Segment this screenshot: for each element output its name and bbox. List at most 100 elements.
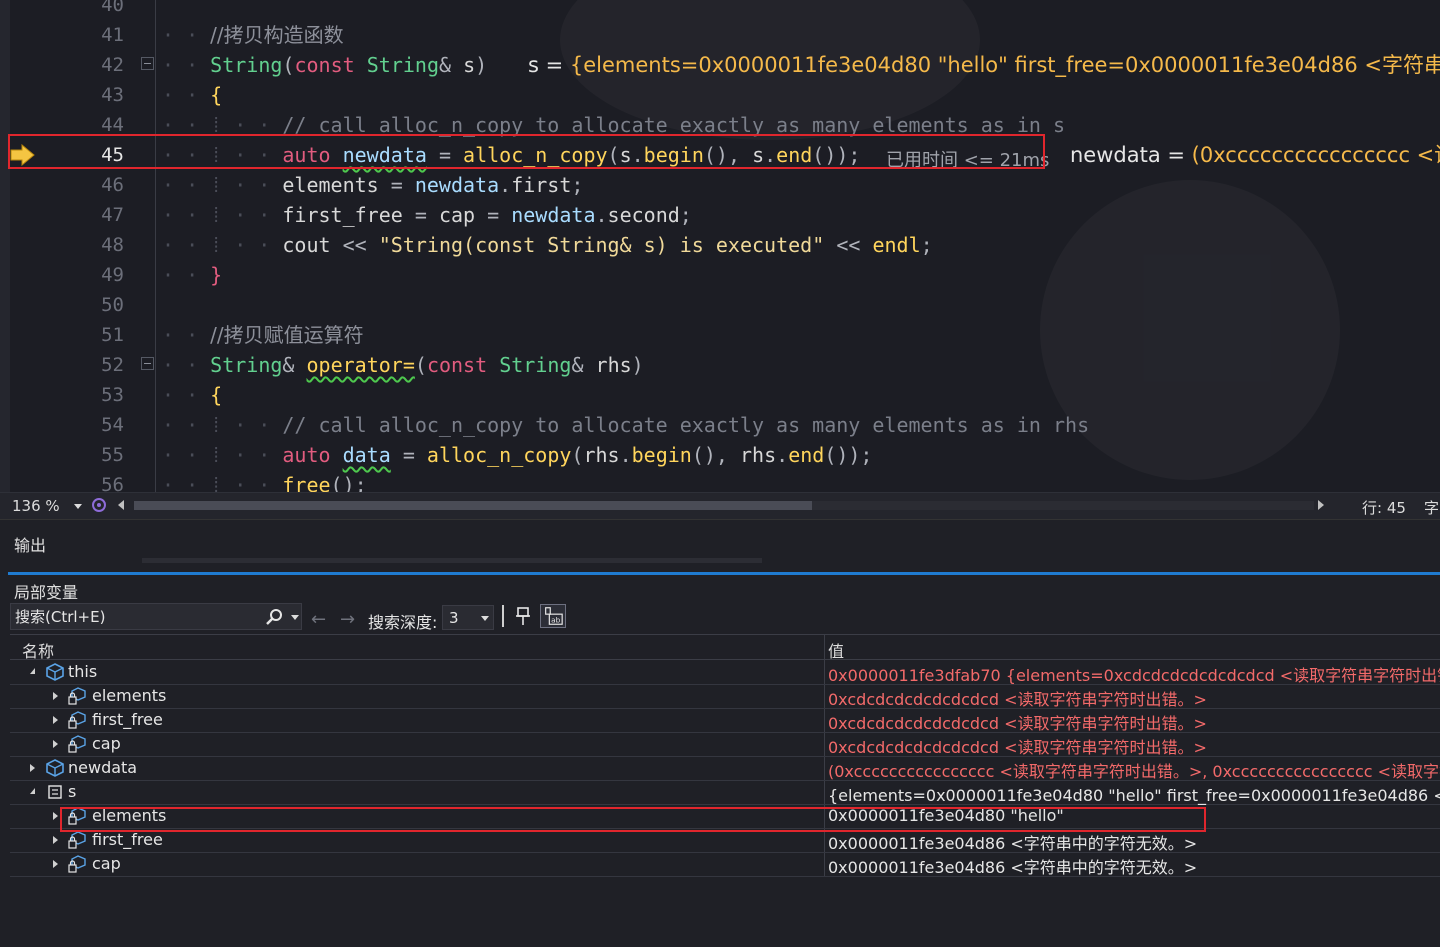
line-number: 47 <box>101 204 124 226</box>
code-token: = <box>402 443 415 467</box>
locals-window[interactable]: 局部变量 ← → 搜索深度: 3 ab 名称 值 this <box>0 572 1440 947</box>
variable-name: elements <box>92 686 167 705</box>
code-token: ()); <box>824 443 873 467</box>
variable-value[interactable]: {elements=0x0000011fe3e04d80 "hello" fir… <box>828 782 1440 806</box>
code-line[interactable]: 40 <box>0 0 1440 20</box>
collapse-icon[interactable] <box>30 788 35 794</box>
forward-arrow-icon[interactable]: → <box>340 609 355 630</box>
code-token: ; <box>679 203 692 227</box>
output-title: 输出 <box>14 536 47 555</box>
code-line[interactable]: 49 · · } <box>0 260 1440 290</box>
expand-icon[interactable] <box>30 764 35 772</box>
code-line[interactable]: 55 · · ⁞ · · auto data = alloc_n_copy(rh… <box>0 440 1440 470</box>
code-line[interactable]: 43 · · { <box>0 80 1440 110</box>
column-header-value[interactable]: 值 <box>828 638 844 662</box>
zoom-level[interactable]: 136 % <box>12 497 60 515</box>
variable-name: s <box>68 782 77 801</box>
scroll-right-icon[interactable] <box>1318 500 1324 510</box>
code-line[interactable]: 46 · · ⁞ · · elements = newdata.first; <box>0 170 1440 200</box>
locals-row-first-free[interactable]: first_free 0xcdcdcdcdcdcdcdcd <读取字符串字符时出… <box>10 708 1440 733</box>
code-line[interactable]: 53 · · { <box>0 380 1440 410</box>
code-token: ; <box>920 233 933 257</box>
code-string: "String(const String& s) is executed" <box>378 233 825 257</box>
datatip-s[interactable]: s = {elements=0x0000011fe3e04d80 "hello"… <box>528 50 1440 80</box>
chevron-down-icon[interactable] <box>291 615 299 620</box>
line-number: 41 <box>101 24 124 46</box>
expand-icon[interactable] <box>53 812 58 820</box>
search-icon[interactable] <box>265 608 283 626</box>
code-line[interactable]: 41 · · //拷贝构造函数 <box>0 20 1440 50</box>
locals-row-elements[interactable]: elements 0xcdcdcdcdcdcdcdcd <读取字符串字符时出错。… <box>10 684 1440 709</box>
locals-row-s-cap[interactable]: cap 0x0000011fe3e04d86 <字符串中的字符无效。> <box>10 852 1440 877</box>
code-token: elements <box>282 173 379 197</box>
datatip-newdata[interactable]: newdata = (0xcccccccccccccccc <读取 <box>1070 140 1440 170</box>
code-line[interactable]: 56 · · ⁞ · · free(); <box>0 470 1440 492</box>
char-indicator[interactable]: 字 <box>1424 497 1439 518</box>
expand-icon[interactable] <box>53 860 58 868</box>
code-line[interactable]: 50 <box>0 290 1440 320</box>
code-comment: //拷贝构造函数 <box>210 23 344 47</box>
variable-name: first_free <box>92 710 163 729</box>
code-token: & <box>282 353 295 377</box>
search-box[interactable] <box>10 603 302 630</box>
code-token: first_free <box>282 203 403 227</box>
search-input[interactable] <box>15 606 255 628</box>
search-depth-select[interactable]: 3 <box>442 605 494 630</box>
code-line[interactable]: 47 · · ⁞ · · first_free = cap = newdata.… <box>0 200 1440 230</box>
output-content <box>142 558 762 563</box>
code-token: s <box>463 53 476 77</box>
code-token: . <box>499 173 512 197</box>
collapse-toggle[interactable] <box>141 57 154 70</box>
code-token: second <box>607 203 680 227</box>
variable-value[interactable]: 0xcdcdcdcdcdcdcdcd <读取字符串字符时出错。> <box>828 710 1207 734</box>
locals-row-this[interactable]: this 0x0000011fe3dfab70 {elements=0xcdcd… <box>10 660 1440 685</box>
locals-row-cap[interactable]: cap 0xcdcdcdcdcdcdcdcd <读取字符串字符时出错。> <box>10 732 1440 757</box>
pin-icon[interactable] <box>514 606 532 626</box>
expand-icon[interactable] <box>53 740 58 748</box>
expand-icon[interactable] <box>53 716 58 724</box>
variable-value[interactable]: 0x0000011fe3e04d86 <字符串中的字符无效。> <box>828 830 1197 854</box>
code-token: cout <box>282 233 331 257</box>
code-comment: // call alloc_n_copy to allocate exactly… <box>282 413 1090 437</box>
code-editor[interactable]: 40 41 · · //拷贝构造函数 42 · · String(const S… <box>0 0 1440 492</box>
code-line[interactable]: 52 · · String& operator=(const String& r… <box>0 350 1440 380</box>
code-token: String <box>210 353 283 377</box>
variable-value[interactable]: (0xcccccccccccccccc <读取字符串字符时出错。>, 0xccc… <box>828 758 1440 782</box>
scrollbar-thumb[interactable] <box>134 501 812 510</box>
code-token: = <box>390 173 403 197</box>
scroll-left-icon[interactable] <box>118 500 124 510</box>
code-line[interactable]: 54 · · ⁞ · · // call alloc_n_copy to all… <box>0 410 1440 440</box>
chevron-down-icon[interactable] <box>74 504 82 509</box>
code-token: cap <box>438 203 476 227</box>
variable-value[interactable]: 0x0000011fe3e04d86 <字符串中的字符无效。> <box>828 854 1197 878</box>
code-token: & <box>571 353 584 377</box>
code-token: = <box>487 203 500 227</box>
code-token: const <box>294 53 355 77</box>
collapse-toggle[interactable] <box>141 357 154 370</box>
grid-header: 名称 值 <box>10 634 1440 662</box>
intellicode-icon[interactable] <box>91 497 107 513</box>
back-arrow-icon[interactable]: ← <box>311 609 326 630</box>
line-indicator[interactable]: 行: 45 <box>1362 497 1406 518</box>
object-icon <box>46 759 64 777</box>
code-line[interactable]: 51 · · //拷贝赋值运算符 <box>0 320 1440 350</box>
line-number: 43 <box>101 84 124 106</box>
code-token: (), <box>691 443 728 467</box>
locals-row-s[interactable]: s {elements=0x0000011fe3e04d80 "hello" f… <box>10 780 1440 805</box>
code-token: = <box>414 203 427 227</box>
hex-display-icon[interactable]: ab <box>540 604 566 628</box>
variable-value[interactable]: 0x0000011fe3dfab70 {elements=0xcdcdcdcdc… <box>828 662 1440 686</box>
output-pane[interactable]: 输出 <box>0 519 1440 572</box>
locals-grid[interactable]: 名称 值 this 0x0000011fe3dfab70 {elements=0… <box>10 634 1440 947</box>
code-comment: //拷贝赋值运算符 <box>210 323 364 347</box>
expand-icon[interactable] <box>53 836 58 844</box>
code-token: . <box>619 443 632 467</box>
column-header-name[interactable]: 名称 <box>22 638 54 662</box>
locals-row-newdata[interactable]: newdata (0xcccccccccccccccc <读取字符串字符时出错。… <box>10 756 1440 781</box>
variable-value[interactable]: 0xcdcdcdcdcdcdcdcd <读取字符串字符时出错。> <box>828 734 1207 758</box>
variable-value[interactable]: 0xcdcdcdcdcdcdcdcd <读取字符串字符时出错。> <box>828 686 1207 710</box>
collapse-icon[interactable] <box>30 668 35 674</box>
code-token: (); <box>330 473 367 492</box>
code-line[interactable]: 48 · · ⁞ · · cout << "String(const Strin… <box>0 230 1440 260</box>
expand-icon[interactable] <box>53 692 58 700</box>
